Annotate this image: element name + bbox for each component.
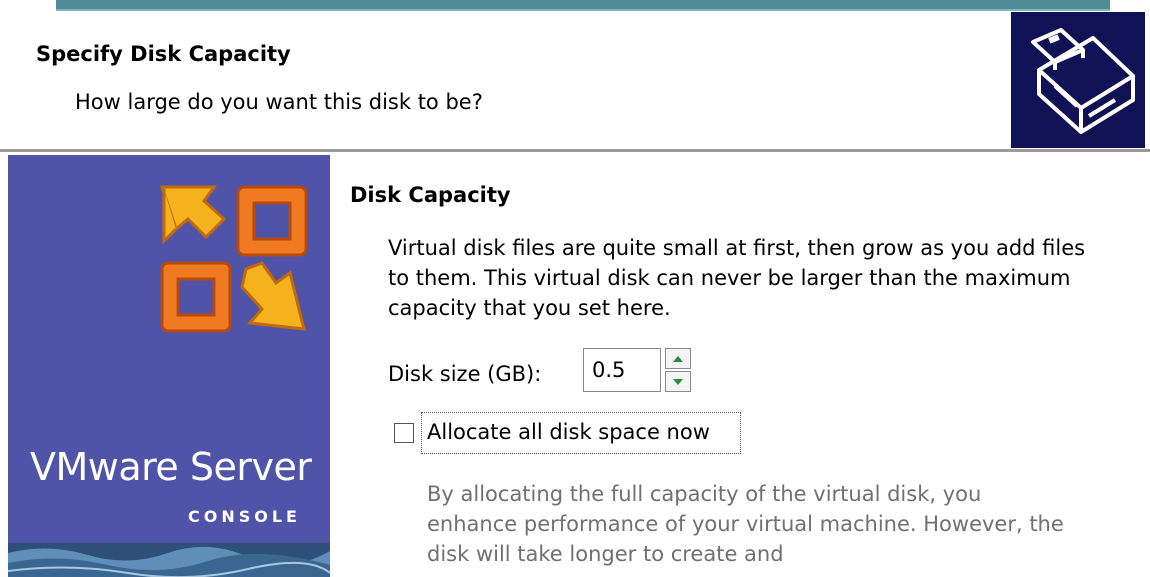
brand-tagline: CONSOLE bbox=[188, 507, 301, 526]
allocate-checkbox[interactable] bbox=[394, 423, 414, 443]
section-title: Disk Capacity bbox=[350, 183, 511, 207]
arrow-down-icon bbox=[673, 378, 683, 385]
wizard-header: Specify Disk Capacity How large do you w… bbox=[0, 12, 1150, 152]
wave-decoration bbox=[8, 543, 330, 577]
spinner-up-button[interactable] bbox=[665, 348, 691, 369]
disk-size-label: Disk size (GB): bbox=[388, 362, 542, 386]
brand-panel: VMware Server CONSOLE bbox=[8, 155, 330, 577]
disk-drive-icon bbox=[1011, 12, 1145, 148]
top-border-bar bbox=[56, 0, 1110, 11]
vmware-logo-icon bbox=[154, 179, 314, 339]
page-subtitle: How large do you want this disk to be? bbox=[75, 90, 483, 114]
disk-size-input[interactable] bbox=[583, 348, 661, 392]
arrow-up-icon bbox=[673, 355, 683, 362]
window-top-strip bbox=[0, 0, 1150, 12]
brand-name: VMware Server bbox=[30, 445, 312, 489]
spinner-down-button[interactable] bbox=[665, 371, 691, 392]
allocate-checkbox-row[interactable]: Allocate all disk space now bbox=[394, 412, 741, 454]
content-panel: Disk Capacity Virtual disk files are qui… bbox=[330, 155, 1150, 577]
page-title: Specify Disk Capacity bbox=[36, 42, 291, 66]
allocate-note: By allocating the full capacity of the v… bbox=[427, 482, 1064, 566]
section-description: Virtual disk files are quite small at fi… bbox=[388, 236, 1086, 320]
allocate-checkbox-label[interactable]: Allocate all disk space now bbox=[427, 420, 710, 444]
